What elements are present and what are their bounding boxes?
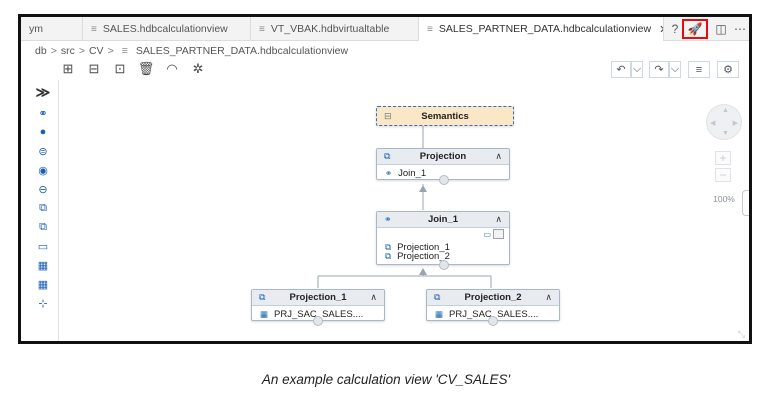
union-node-icon[interactable]: ⊜	[35, 143, 51, 159]
collapse-caret-icon[interactable]: ∧	[370, 292, 377, 303]
broken-image-icon	[493, 229, 504, 239]
node-title: Semantics	[421, 111, 469, 122]
expand-palette-icon[interactable]: ≫	[35, 84, 51, 100]
output-port[interactable]	[488, 316, 498, 326]
semantics-node[interactable]: ⊟ Semantics	[376, 106, 514, 126]
file-icon: ≡	[427, 23, 433, 35]
pan-right-icon[interactable]: ▶	[733, 119, 738, 127]
zoom-out-icon[interactable]: −	[715, 168, 731, 182]
node-title: Projection	[419, 151, 467, 162]
collapse-caret-icon[interactable]: ∧	[495, 214, 502, 225]
collapse-all-icon[interactable]: ⊡	[111, 60, 129, 78]
tab-vt-vbak-virtualtable[interactable]: ≡ VT_VBAK.hdbvirtualtable	[251, 17, 419, 41]
breadcrumb-db[interactable]: db	[35, 45, 47, 57]
settings-sliders-icon[interactable]: ⚙	[717, 61, 739, 78]
table-icon: ▦	[260, 308, 269, 319]
projection-icon: ⧉	[384, 151, 391, 161]
table-icon: ▦	[435, 308, 444, 319]
split-editor-icon[interactable]: ◫	[711, 20, 731, 38]
deploy-rocket-icon[interactable]: 🚀	[682, 19, 708, 39]
pan-down-icon[interactable]: ▼	[722, 130, 729, 137]
auto-layout-icon[interactable]: ⊞	[59, 60, 77, 78]
editor-toolbar: ⊞ ⊟ ⊡ 🗑 ◠ ✲ ↶ ⌵ ↷ ⌵ ≡ ⚙	[21, 60, 749, 80]
breadcrumb: db > src > CV > ≡ SALES_PARTNER_DATA.hdb…	[35, 43, 348, 59]
trash-icon[interactable]: 🗑	[137, 60, 155, 78]
canvas-navigator: ▲ ▼ ◀ ▶ + − 100%	[704, 100, 744, 210]
projection-icon: ⧉	[259, 292, 266, 302]
chevron-down-icon[interactable]: ⌵	[669, 61, 681, 78]
minus-node-icon[interactable]: ⊖	[35, 181, 51, 197]
undo-icon[interactable]: ↶	[611, 61, 631, 78]
chevron-right-icon: >	[107, 45, 114, 57]
redo-icon[interactable]: ↷	[649, 61, 669, 78]
columns-icon[interactable]: ≡	[688, 61, 710, 78]
figure-caption: An example calculation view 'CV_SALES'	[261, 372, 511, 387]
chevron-right-icon: >	[78, 45, 85, 57]
tab-label: VT_VBAK.hdbvirtualtable	[270, 23, 390, 35]
graph-node-icon[interactable]: ▦	[35, 276, 51, 292]
tab-label: SALES.hdbcalculationview	[102, 23, 228, 35]
hierarchy-node-icon[interactable]: ⊹	[35, 295, 51, 311]
breadcrumb-cv[interactable]: CV	[89, 45, 104, 57]
performance-gauge-icon[interactable]: ◠	[163, 60, 181, 78]
tab-bar: ym ≡ SALES.hdbcalculationview ≡ VT_VBAK.…	[21, 17, 749, 41]
node-title: Projection_2	[464, 292, 522, 303]
side-panel-handle[interactable]	[742, 190, 749, 216]
file-icon: ≡	[259, 23, 265, 35]
output-port[interactable]	[439, 175, 449, 185]
chevron-right-icon: >	[50, 45, 57, 57]
rank-node-icon[interactable]: ▭	[35, 238, 51, 254]
debug-bug-icon[interactable]: ✲	[189, 60, 207, 78]
tab-ym[interactable]: ym	[21, 17, 83, 41]
join-node-icon[interactable]: ⚭	[35, 105, 51, 121]
non-equi-join-node-icon[interactable]: ●	[35, 124, 51, 140]
tab-sales-partner-data[interactable]: ≡ SALES_PARTNER_DATA.hdbcalculationview …	[419, 17, 664, 41]
close-icon[interactable]: ✕	[659, 23, 663, 36]
aggregation-node-icon[interactable]: ⧉	[35, 219, 51, 235]
zoom-level: 100%	[713, 194, 735, 204]
diagram-canvas[interactable]: ⊟ Semantics ⧉ Projection ∧ ⚭ Join_1 ⚭ Jo…	[60, 80, 749, 341]
zoom-in-icon[interactable]: +	[715, 151, 731, 165]
pan-control[interactable]: ▲ ▼ ◀ ▶	[706, 104, 742, 140]
tab-label: ym	[29, 23, 43, 35]
projection-icon: ⧉	[385, 250, 392, 261]
collapse-caret-icon[interactable]: ∧	[545, 292, 552, 303]
chevron-down-icon[interactable]: ⌵	[631, 61, 643, 78]
collapse-caret-icon[interactable]: ∧	[495, 151, 502, 162]
expand-all-icon[interactable]: ⊟	[85, 60, 103, 78]
tab-sales-calculationview[interactable]: ≡ SALES.hdbcalculationview	[83, 17, 251, 41]
node-input-label: Join_1	[398, 167, 427, 179]
resize-grip-icon[interactable]: ⤡	[738, 329, 745, 340]
pan-left-icon[interactable]: ◀	[710, 119, 715, 127]
breadcrumb-file[interactable]: SALES_PARTNER_DATA.hdbcalculationview	[136, 45, 348, 57]
output-port[interactable]	[313, 316, 323, 326]
output-port[interactable]	[439, 260, 449, 270]
file-icon: ≡	[91, 23, 97, 35]
node-title: Projection_1	[289, 292, 347, 303]
join-icon: ⚭	[384, 214, 392, 224]
node-title: Join_1	[427, 214, 459, 225]
table-function-node-icon[interactable]: ▦	[35, 257, 51, 273]
join-definition-icon[interactable]: ▭	[483, 230, 491, 239]
pan-up-icon[interactable]: ▲	[722, 107, 729, 114]
more-actions-icon[interactable]: ⋯	[730, 20, 749, 38]
editor-window: ym ≡ SALES.hdbcalculationview ≡ VT_VBAK.…	[18, 14, 752, 344]
intersect-node-icon[interactable]: ◉	[35, 162, 51, 178]
file-icon: ≡	[121, 45, 128, 57]
tab-label: SALES_PARTNER_DATA.hdbcalculationview	[438, 23, 652, 35]
join-node[interactable]: ⚭ Join_1 ∧ ▭ ⧉ Projection_1 ⧉ Projection…	[376, 211, 510, 265]
projection-node-icon[interactable]: ⧉	[35, 200, 51, 216]
join-icon: ⚭	[385, 167, 393, 178]
breadcrumb-src[interactable]: src	[61, 45, 75, 57]
projection-icon: ⧉	[434, 292, 441, 302]
node-palette: ≫ ⚭ ● ⊜ ◉ ⊖ ⧉ ⧉ ▭ ▦ ▦ ⊹	[21, 80, 59, 341]
